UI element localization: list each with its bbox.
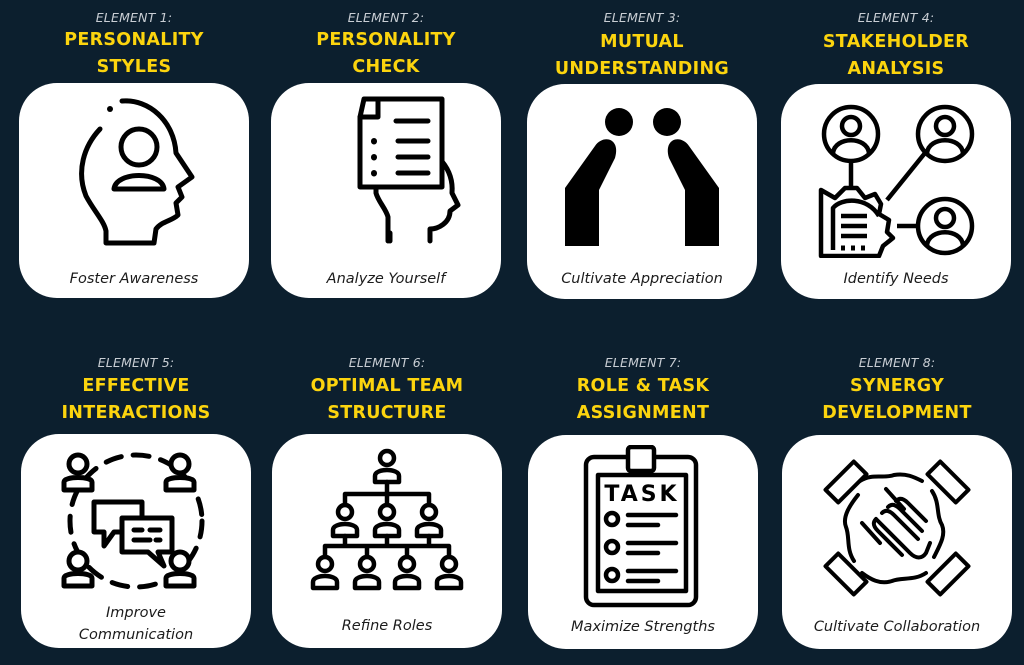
element-title-line: ANALYSIS (847, 59, 945, 79)
element-title-line: DEVELOPMENT (822, 403, 972, 423)
element-title-line: MUTUAL (600, 32, 684, 52)
element-caption: Cultivate Appreciation (561, 271, 723, 287)
element-title: SYNERGY DEVELOPMENT (767, 373, 1024, 427)
element-label: ELEMENT 3: (603, 10, 681, 25)
element-label: ELEMENT 6: (348, 355, 426, 370)
org-chart-icon (310, 448, 464, 591)
element-card: Refine Roles (272, 434, 502, 648)
head-profile-person-icon (79, 98, 195, 246)
stakeholder-network-icon (818, 104, 975, 258)
element-label: ELEMENT 8: (858, 355, 936, 370)
element-caption: Foster Awareness (69, 271, 199, 287)
element-card: Improve Communication (21, 434, 251, 648)
element-caption: Identify Needs (843, 271, 949, 287)
document-head-icon (357, 96, 461, 244)
element-caption-line: Improve (106, 605, 166, 621)
two-people-bowing-icon (565, 108, 719, 246)
element-title-line: UNDERSTANDING (554, 59, 730, 79)
element-card: Foster Awareness (19, 83, 249, 298)
element-card: Cultivate Collaboration (782, 435, 1012, 649)
element-title-line: STYLES (96, 57, 172, 77)
element-title: ROLE & TASK ASSIGNMENT (513, 373, 773, 427)
element-card: Identify Needs (781, 84, 1011, 299)
element-label: ELEMENT 7: (604, 355, 682, 370)
element-caption: Analyze Yourself (326, 271, 446, 287)
element-title-line: INTERACTIONS (61, 403, 211, 423)
element-title-line: OPTIMAL TEAM (310, 376, 464, 396)
element-caption: Refine Roles (341, 618, 433, 634)
element-title-line: ASSIGNMENT (576, 403, 710, 423)
stacked-hands-icon (823, 459, 971, 597)
element-title: STAKEHOLDER ANALYSIS (766, 29, 1024, 83)
element-title-line: STRUCTURE (327, 403, 447, 423)
element-card: Cultivate Appreciation (527, 84, 757, 299)
svg-text:TASK: TASK (604, 482, 679, 507)
element-caption: Cultivate Collaboration (813, 619, 981, 635)
element-title-line: CHECK (352, 57, 420, 77)
element-caption-line: Communication (78, 627, 194, 643)
element-title-line: PERSONALITY (316, 30, 456, 50)
element-title: EFFECTIVE INTERACTIONS (6, 373, 266, 427)
element-title-line: ROLE & TASK (576, 376, 710, 396)
element-title-line: SYNERGY (849, 376, 945, 396)
element-label: ELEMENT 4: (857, 10, 935, 25)
element-caption: Maximize Strengths (571, 619, 715, 635)
task-clipboard-icon: TASK (583, 445, 699, 608)
element-title-line: STAKEHOLDER (822, 32, 970, 52)
element-label: ELEMENT 1: (95, 10, 173, 25)
element-title: OPTIMAL TEAM STRUCTURE (257, 373, 517, 427)
element-caption: Improve Communication (21, 602, 251, 646)
element-title-line: EFFECTIVE (82, 376, 190, 396)
element-card: Analyze Yourself (271, 83, 501, 298)
element-card: TASK Maximize Strengths (528, 435, 758, 649)
element-label: ELEMENT 2: (347, 10, 425, 25)
element-title: PERSONALITY CHECK (256, 27, 516, 81)
group-chat-icon (61, 452, 205, 590)
element-title: PERSONALITY STYLES (4, 27, 264, 81)
element-title-line: PERSONALITY (64, 30, 204, 50)
element-title: MUTUAL UNDERSTANDING (512, 29, 772, 83)
element-label: ELEMENT 5: (97, 355, 175, 370)
